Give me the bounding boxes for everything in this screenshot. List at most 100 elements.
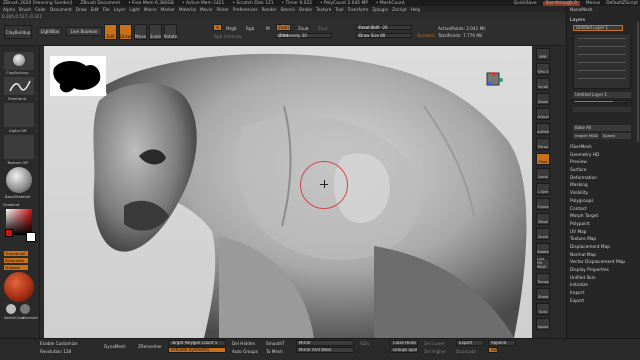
subpalette-display-properties[interactable]: Display Properties xyxy=(566,267,640,275)
shelf-aahalf-button[interactable]: AAHalf xyxy=(536,123,550,135)
edit-button[interactable]: Edit xyxy=(104,24,117,40)
zsub-button[interactable]: Zsub xyxy=(298,26,308,31)
menu-document[interactable]: Document xyxy=(50,7,72,12)
del-lower-button[interactable]: Del Lower xyxy=(424,341,445,346)
subpalette-surface[interactable]: Surface xyxy=(566,167,640,175)
shelf-ghost-button[interactable]: Ghost xyxy=(536,288,550,300)
activate-symmetry-button[interactable]: Activate Symmetry xyxy=(168,347,226,353)
subpalette-contact[interactable]: Contact xyxy=(566,206,640,214)
groups-split-button[interactable]: Groups Split xyxy=(390,347,418,353)
menu-file[interactable]: File xyxy=(103,7,110,12)
shelf-transp-button[interactable]: Transp xyxy=(536,273,550,285)
menu-macro[interactable]: Macro xyxy=(144,7,157,12)
menu-marker[interactable]: Marker xyxy=(161,7,175,12)
subpalette-texture-map[interactable]: Texture Map xyxy=(566,236,640,244)
del-higher-button[interactable]: Del Higher xyxy=(424,349,446,354)
subpalette-deformation[interactable]: Deformation xyxy=(566,175,640,183)
subpalette-fibermesh[interactable]: FiberMesh xyxy=(566,144,640,152)
scale-button[interactable]: Scale xyxy=(149,24,162,40)
subpalette-vector-displacement-map[interactable]: Vector Displacement Map xyxy=(566,259,640,267)
menu-light[interactable]: Light xyxy=(129,7,139,12)
export-button[interactable]: Export xyxy=(456,340,484,346)
subpalette-displacement-map[interactable]: Displacement Map xyxy=(566,244,640,252)
mrgb-button[interactable]: Mrgb xyxy=(226,26,237,31)
shelf-local-button[interactable]: Local xyxy=(536,168,550,180)
dynamesh-button[interactable]: DynaMesh xyxy=(104,344,126,349)
stroke-picker[interactable] xyxy=(4,77,34,95)
switch-color-icon[interactable] xyxy=(6,304,16,314)
see-through-slider[interactable]: See-through 0 xyxy=(542,0,580,6)
speed-slider[interactable]: Speed xyxy=(601,133,631,139)
subpalette-import[interactable]: Import xyxy=(566,290,640,298)
subpalette-masking[interactable]: Masking xyxy=(566,182,640,190)
shelf-rotate-button[interactable]: Rotate xyxy=(536,243,550,255)
bake-all-button[interactable]: Bake All xyxy=(573,125,631,131)
menu-preferences[interactable]: Preferences xyxy=(233,7,258,12)
layer-strip[interactable] xyxy=(573,107,631,112)
primary-color-swatch[interactable] xyxy=(5,229,13,237)
lightbox-button[interactable]: LightBox xyxy=(38,27,62,36)
layer-list[interactable] xyxy=(573,33,631,89)
live-boolean-button[interactable]: Live Boolean xyxy=(66,27,102,36)
z-intensity-slider[interactable]: Z Intensity 20 xyxy=(276,33,332,38)
subpalette-preview[interactable]: Preview xyxy=(566,159,640,167)
subpalette-uv-map[interactable]: UV Map xyxy=(566,229,640,237)
target-polycount-slider[interactable]: Target Polygon Count 5 xyxy=(168,340,226,346)
menu-texture[interactable]: Texture xyxy=(316,7,331,12)
menu-zscript[interactable]: Zscript xyxy=(392,7,407,12)
zadd-button[interactable]: Zadd xyxy=(276,24,291,31)
menu-transform[interactable]: Transform xyxy=(347,7,368,12)
menu-alpha[interactable]: Alpha xyxy=(3,7,15,12)
brush-picker[interactable] xyxy=(4,52,34,70)
material-picker[interactable] xyxy=(6,167,32,193)
rotate-button[interactable]: Rotate xyxy=(164,24,177,40)
smootht-button[interactable]: SmoothT xyxy=(266,341,285,346)
shelf-floor-button[interactable]: Floor xyxy=(536,153,550,165)
menu-material[interactable]: Material xyxy=(179,7,196,12)
brush-thumbnail-button[interactable]: ClayBuildup xyxy=(4,25,32,39)
sculpt-model[interactable] xyxy=(44,46,532,338)
subpalette-polypaint[interactable]: Polypaint xyxy=(566,221,640,229)
alternate-icon[interactable] xyxy=(20,304,30,314)
subpalette-visibility[interactable]: Visibility xyxy=(566,190,640,198)
silhouette-toggle[interactable]: Silhouette xyxy=(4,258,28,263)
shelf-zoom-button[interactable]: Zoom xyxy=(536,93,550,105)
shelf-scroll-button[interactable]: Scroll xyxy=(536,78,550,90)
duplicate-button[interactable]: Duplicate xyxy=(456,349,476,354)
palette-scrollbar[interactable] xyxy=(637,22,639,142)
import-mdd-button[interactable]: Import MDD xyxy=(573,133,599,139)
a-button[interactable]: A xyxy=(213,24,222,31)
focal-shift-slider[interactable]: Focal Shift -26 xyxy=(356,25,412,30)
navigation-cube-icon[interactable] xyxy=(484,68,504,88)
mirror-and-weld-button[interactable]: Mirror And Weld xyxy=(296,347,354,353)
shelf-actual-button[interactable]: Actual xyxy=(536,108,550,120)
subpalette-geometry-hd[interactable]: Geometry HD xyxy=(566,152,640,160)
shelf-l-sym-button[interactable]: L.Sym xyxy=(536,183,550,195)
del-hidden-button[interactable]: Del Hidden xyxy=(232,341,255,346)
menu-stroke[interactable]: Stroke xyxy=(299,7,312,12)
zd-button[interactable]: ZD xyxy=(488,347,498,353)
auto-groups-button[interactable]: Auto Groups xyxy=(232,349,258,354)
default-zscript-button[interactable]: DefaultZScript xyxy=(606,1,638,6)
quicksave-button[interactable]: QuickSave xyxy=(513,1,536,6)
rgb-intensity-slider[interactable]: Rgb Intensity xyxy=(214,34,242,39)
subpalette-morph-target[interactable]: Morph Target xyxy=(566,213,640,221)
alpha-picker[interactable] xyxy=(4,103,34,127)
shelf-frame-button[interactable]: Frame xyxy=(536,198,550,210)
secondary-color-swatch[interactable] xyxy=(26,232,36,242)
rgb-button[interactable]: Rgb xyxy=(246,26,254,31)
zcut-button[interactable]: Zcut xyxy=(318,26,327,31)
texture-picker[interactable] xyxy=(4,135,34,159)
enable-customize-button[interactable]: Enable Customize xyxy=(40,341,78,346)
menu-tool[interactable]: Tool xyxy=(335,7,343,12)
shelf-scale-button[interactable]: Scale xyxy=(536,228,550,240)
dynamic-button[interactable]: Dynamic xyxy=(417,33,435,38)
color-sphere-preview[interactable] xyxy=(4,272,34,302)
subpalette-export[interactable]: Export xyxy=(566,298,640,306)
shelf-solo-button[interactable]: Solo xyxy=(536,303,550,315)
menu-stencil[interactable]: Stencil xyxy=(280,7,294,12)
canvas-viewport[interactable] xyxy=(44,46,532,338)
draw-size-slider[interactable]: Draw Size 80 xyxy=(356,33,412,38)
subpalette-unified-skin[interactable]: Unified Skin xyxy=(566,275,640,283)
menu-draw[interactable]: Draw xyxy=(76,7,87,12)
